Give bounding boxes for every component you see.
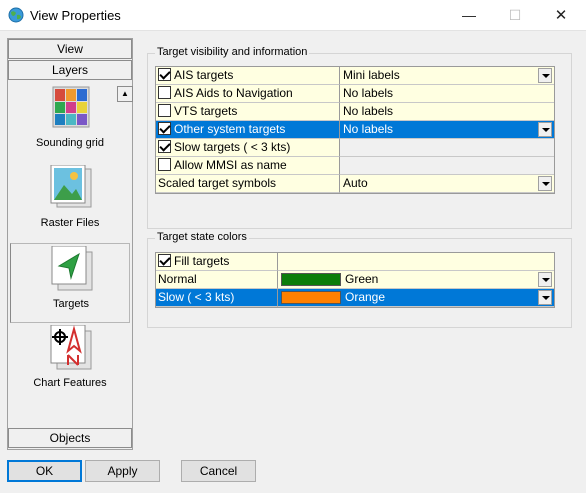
target-state-colors-group: Target state colors Fill targets Normal G… (147, 231, 572, 328)
color-swatch (281, 291, 341, 304)
color-select[interactable]: Green (278, 271, 554, 289)
visibility-row-label-cell[interactable]: Other system targets (156, 121, 340, 139)
row-label: Slow targets ( < 3 kts) (174, 140, 291, 154)
row-checkbox[interactable] (158, 68, 171, 81)
row-value: No labels (340, 85, 554, 103)
fill-targets-checkbox[interactable] (158, 254, 171, 267)
visibility-row[interactable]: Scaled target symbols Auto (156, 175, 554, 193)
row-value: No labels (340, 103, 554, 121)
category-panel: View Layers ▲ Sounding grid Raster Files (7, 38, 133, 450)
visibility-row[interactable]: Other system targets No labels (156, 121, 554, 139)
visibility-row-label-cell[interactable]: AIS Aids to Navigation (156, 85, 340, 103)
chevron-down-icon[interactable] (538, 176, 552, 191)
fill-targets-value (278, 253, 554, 271)
row-checkbox[interactable] (158, 158, 171, 171)
maximize-button[interactable]: ☐ (492, 0, 538, 31)
row-value (340, 157, 554, 175)
group-title: Target state colors (155, 231, 249, 243)
visibility-row[interactable]: AIS targets Mini labels (156, 67, 554, 85)
color-name: Orange (345, 290, 386, 304)
title-bar: View Properties — ☐ ✕ (0, 0, 586, 31)
target-arrow-icon (51, 246, 93, 291)
minimize-button[interactable]: — (446, 0, 492, 31)
row-label: Allow MMSI as name (174, 158, 287, 172)
objects-header[interactable]: Objects (8, 428, 132, 448)
color-name: Green (345, 272, 379, 286)
row-label: AIS Aids to Navigation (174, 86, 293, 100)
raster-image-icon (50, 165, 92, 208)
window-title: View Properties (30, 8, 121, 23)
fill-targets-label: Fill targets (174, 254, 230, 268)
view-header[interactable]: View (8, 39, 132, 59)
visibility-row-label-cell[interactable]: Scaled target symbols (156, 175, 340, 193)
apply-button[interactable]: Apply (85, 460, 160, 482)
chevron-down-icon[interactable] (538, 68, 552, 83)
chevron-down-icon[interactable] (538, 290, 552, 305)
label-mode-select[interactable]: Auto (340, 175, 554, 193)
layers-header[interactable]: Layers (8, 60, 132, 80)
row-value-text: Auto (343, 176, 368, 190)
sidebar-item-label: Targets (52, 298, 90, 310)
sidebar-item-label: Sounding grid (36, 137, 104, 149)
color-select[interactable]: Orange (278, 289, 554, 307)
color-row-label: Slow ( < 3 kts) (156, 289, 278, 307)
visibility-row-label-cell[interactable]: Slow targets ( < 3 kts) (156, 139, 340, 157)
row-value-text: Mini labels (343, 68, 400, 82)
visibility-row-label-cell[interactable]: VTS targets (156, 103, 340, 121)
sidebar-item-raster-files[interactable]: Raster Files (10, 163, 130, 243)
visibility-row[interactable]: Allow MMSI as name (156, 157, 554, 175)
globe-icon (8, 7, 24, 23)
row-checkbox[interactable] (158, 140, 171, 153)
row-label: Scaled target symbols (158, 176, 277, 190)
group-title: Target visibility and information (155, 46, 310, 58)
sidebar-item-targets[interactable]: Targets (10, 243, 130, 323)
color-row[interactable]: Slow ( < 3 kts) Orange (156, 289, 554, 307)
fill-targets-cell[interactable]: Fill targets (156, 253, 278, 271)
row-label: AIS targets (174, 68, 234, 82)
row-value-text: No labels (343, 104, 394, 118)
row-label: VTS targets (174, 104, 238, 118)
label-mode-select[interactable]: Mini labels (340, 67, 554, 85)
chevron-down-icon[interactable] (538, 122, 552, 137)
ok-button[interactable]: OK (7, 460, 82, 482)
visibility-property-grid: AIS targets Mini labels AIS Aids to Naviga… (155, 66, 555, 194)
visibility-row[interactable]: Slow targets ( < 3 kts) (156, 139, 554, 157)
sidebar-item-sounding-grid[interactable]: Sounding grid (10, 83, 130, 163)
sidebar-item-chart-features[interactable]: Chart Features (10, 323, 130, 403)
row-value (340, 139, 554, 157)
chevron-down-icon[interactable] (538, 272, 552, 287)
target-visibility-group: Target visibility and information AIS ta… (147, 46, 572, 229)
visibility-row-label-cell[interactable]: AIS targets (156, 67, 340, 85)
sidebar-item-label: Raster Files (40, 217, 100, 229)
visibility-row[interactable]: AIS Aids to Navigation No labels (156, 85, 554, 103)
color-row-label: Normal (156, 271, 278, 289)
visibility-row-label-cell[interactable]: Allow MMSI as name (156, 157, 340, 175)
row-value-text: No labels (343, 86, 394, 100)
row-checkbox[interactable] (158, 104, 171, 117)
color-swatch (281, 273, 341, 286)
colors-property-grid: Fill targets Normal Green Slow ( < 3 kts) O… (155, 252, 555, 308)
sounding-grid-icon (52, 86, 90, 128)
visibility-row[interactable]: VTS targets No labels (156, 103, 554, 121)
close-button[interactable]: ✕ (538, 0, 584, 31)
chart-features-icon (50, 325, 92, 370)
label-mode-select[interactable]: No labels (340, 121, 554, 139)
row-label: Other system targets (174, 122, 286, 136)
color-row[interactable]: Normal Green (156, 271, 554, 289)
row-value-text: No labels (343, 122, 394, 136)
cancel-button[interactable]: Cancel (181, 460, 256, 482)
row-checkbox[interactable] (158, 122, 171, 135)
fill-targets-row[interactable]: Fill targets (156, 253, 554, 271)
row-checkbox[interactable] (158, 86, 171, 99)
sidebar-item-label: Chart Features (33, 377, 107, 389)
